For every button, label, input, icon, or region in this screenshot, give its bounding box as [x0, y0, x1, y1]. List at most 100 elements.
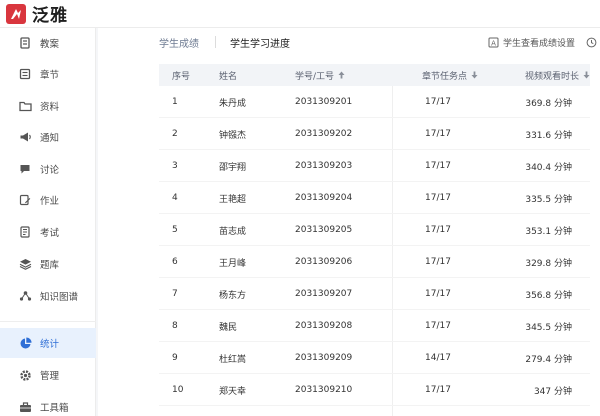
- cell-student-id: 2031309201: [295, 97, 353, 107]
- table-row: 3 邵宇翔 2031309203 17/17 340.4 分钟: [159, 150, 590, 182]
- table-row: 2 钟镪杰 2031309202 17/17 331.6 分钟: [159, 118, 590, 150]
- sidebar-item-statistics[interactable]: 统计: [0, 328, 96, 358]
- sidebar-item-label: 题库: [40, 260, 60, 271]
- app-window: 泛雅 教案 章节 资料 通知 讨论 作业 考试 题库 知识图谱 统计 管理 工具…: [0, 0, 600, 416]
- sidebar-item-label: 章节: [40, 70, 60, 81]
- cell-student-id: 2031309206: [295, 257, 353, 267]
- logo-icon: [6, 3, 26, 24]
- top-header: 泛雅: [0, 0, 600, 28]
- cell-video-time: 329.8 分钟: [525, 258, 572, 269]
- cell-chapter-tasks: 17/17: [425, 225, 451, 235]
- sidebar-item-management[interactable]: 管理: [0, 360, 96, 390]
- sort-arrow-down-icon: [471, 71, 478, 79]
- cell-video-time: 356.8 分钟: [525, 290, 572, 301]
- sidebar-item-exam[interactable]: 考试: [0, 217, 96, 247]
- tab-divider: [215, 36, 216, 48]
- cell-video-time: 345.5 分钟: [525, 322, 572, 333]
- chapter-list-icon: [18, 67, 32, 81]
- sidebar-item-label: 管理: [40, 371, 60, 382]
- cell-student-id: 2031309207: [295, 289, 353, 299]
- sidebar-item-label: 资料: [40, 102, 60, 113]
- cell-name: 杨东方: [219, 290, 247, 301]
- cell-video-time: 347 分钟: [533, 386, 572, 397]
- clock-icon: [586, 33, 597, 52]
- table-row: 6 王月峰 2031309206 17/17 329.8 分钟: [159, 246, 590, 278]
- sidebar-item-label: 讨论: [40, 165, 60, 176]
- cell-name: 苗志成: [219, 226, 247, 237]
- cell-chapter-tasks: 17/17: [425, 289, 451, 299]
- history-button[interactable]: [584, 34, 598, 50]
- grade-visibility-settings-button[interactable]: A 学生查看成绩设置: [488, 34, 575, 50]
- cell-name: 王月峰: [219, 258, 247, 269]
- cell-chapter-tasks: 14/17: [425, 353, 451, 363]
- sidebar-item-knowledge-graph[interactable]: 知识图谱: [0, 281, 96, 311]
- sidebar-item-notices[interactable]: 通知: [0, 122, 96, 152]
- sidebar-item-question-bank[interactable]: 题库: [0, 249, 96, 279]
- cell-video-time: 340.4 分钟: [525, 162, 572, 173]
- cell-name: 邵宇翔: [219, 162, 247, 173]
- sidebar-item-lesson-plan[interactable]: 教案: [0, 28, 96, 58]
- column-header-student-id[interactable]: 学号/工号: [295, 64, 345, 86]
- main-panel: 学生成绩 学生学习进度 A 学生查看成绩设置 序号 姓名 学号/工号 章节任务点…: [98, 28, 600, 416]
- sidebar-item-toolbox[interactable]: 工具箱: [0, 392, 96, 416]
- cell-video-time: 335.5 分钟: [525, 194, 572, 205]
- cell-chapter-tasks: 17/17: [425, 385, 451, 395]
- sidebar-item-materials[interactable]: 资料: [0, 91, 96, 121]
- cell-name: 杜红嵩: [219, 354, 247, 365]
- sidebar-item-label: 统计: [40, 339, 60, 350]
- cell-chapter-tasks: 17/17: [425, 161, 451, 171]
- cell-name: 郑天幸: [219, 386, 247, 397]
- lesson-plan-icon: [18, 36, 32, 50]
- sidebar: 教案 章节 资料 通知 讨论 作业 考试 题库 知识图谱 统计 管理 工具箱: [0, 28, 96, 416]
- cell-student-id: 2031309205: [295, 225, 353, 235]
- cell-index: 2: [172, 129, 178, 139]
- cell-index: 10: [172, 385, 184, 395]
- cell-name: 王艳超: [219, 194, 247, 205]
- cell-student-id: 2031309208: [295, 321, 353, 331]
- sidebar-item-label: 教案: [40, 39, 60, 50]
- sidebar-item-label: 考试: [40, 228, 60, 239]
- table-header: 序号 姓名 学号/工号 章节任务点 视频观看时长: [159, 64, 590, 86]
- cell-student-id: 2031309209: [295, 353, 353, 363]
- sidebar-item-homework[interactable]: 作业: [0, 185, 96, 215]
- chat-bubble-icon: [18, 162, 32, 176]
- cell-chapter-tasks: 17/17: [425, 97, 451, 107]
- cell-student-id: 2031309203: [295, 161, 353, 171]
- cell-student-id: 2031309202: [295, 129, 353, 139]
- table-row: 5 苗志成 2031309205 17/17 353.1 分钟: [159, 214, 590, 246]
- cell-chapter-tasks: 17/17: [425, 193, 451, 203]
- tab-student-grades[interactable]: 学生成绩: [159, 35, 199, 50]
- cell-index: 1: [172, 97, 178, 107]
- sidebar-item-label: 通知: [40, 133, 60, 144]
- knowledge-graph-icon: [18, 289, 32, 303]
- pie-chart-icon: [18, 336, 32, 350]
- cell-index: 8: [172, 321, 178, 331]
- cell-index: 4: [172, 193, 178, 203]
- column-header-chapter-tasks[interactable]: 章节任务点: [422, 64, 478, 86]
- cell-index: 6: [172, 257, 178, 267]
- cell-chapter-tasks: 17/17: [425, 321, 451, 331]
- sidebar-item-label: 工具箱: [40, 403, 69, 414]
- sidebar-item-label: 作业: [40, 196, 60, 207]
- exam-paper-icon: [18, 225, 32, 239]
- cell-name: 魏民: [219, 322, 238, 333]
- cell-video-time: 279.4 分钟: [525, 354, 572, 365]
- sidebar-item-discussion[interactable]: 讨论: [0, 154, 96, 184]
- cell-student-id: 2031309204: [295, 193, 353, 203]
- table-row: 10 郑天幸 2031309210 17/17 347 分钟: [159, 374, 590, 406]
- cell-student-id: 2031309210: [295, 385, 353, 395]
- column-header-video-time[interactable]: 视频观看时长: [525, 64, 590, 86]
- layers-icon: [18, 257, 32, 271]
- sidebar-divider: [0, 321, 96, 322]
- cell-video-time: 369.8 分钟: [525, 98, 572, 109]
- table-row: 8 魏民 2031309208 17/17 345.5 分钟: [159, 310, 590, 342]
- cell-video-time: 331.6 分钟: [525, 130, 572, 141]
- cell-index: 3: [172, 161, 178, 171]
- tab-student-progress[interactable]: 学生学习进度: [230, 35, 290, 50]
- cell-index: 7: [172, 289, 178, 299]
- homework-edit-icon: [18, 193, 32, 207]
- table-row: 1 朱丹成 2031309201 17/17 369.8 分钟: [159, 86, 590, 118]
- column-header-name: 姓名: [219, 71, 238, 82]
- sidebar-item-chapters[interactable]: 章节: [0, 59, 96, 89]
- table-row: 7 杨东方 2031309207 17/17 356.8 分钟: [159, 278, 590, 310]
